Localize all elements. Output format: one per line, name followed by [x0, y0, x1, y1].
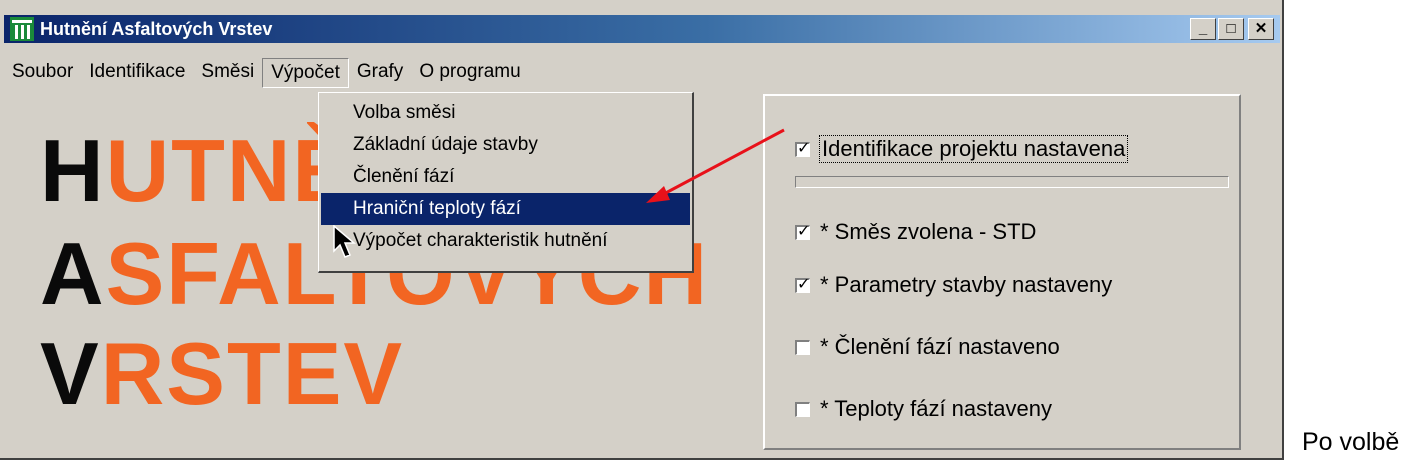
checkbox[interactable]	[795, 339, 810, 355]
check-row-cleneni[interactable]: * Členění fází nastaveno	[795, 334, 1060, 360]
window-title: Hutnění Asfaltových Vrstev	[40, 19, 273, 39]
road-sign-icon	[10, 17, 34, 41]
menu-grafy[interactable]: Grafy	[349, 58, 411, 88]
menu-bar: Soubor Identifikace Směsi Výpočet Grafy …	[4, 58, 529, 88]
logo-letter-v: V	[40, 324, 101, 423]
menu-item-volba-smesi[interactable]: Volba směsi	[319, 97, 692, 129]
menu-smesi[interactable]: Směsi	[193, 58, 262, 88]
menu-item-zakladni-udaje[interactable]: Základní údaje stavby	[319, 129, 692, 161]
checkbox[interactable]	[795, 401, 810, 417]
check-label: Identifikace projektu nastavena	[818, 135, 1129, 163]
logo-letter-h: H	[40, 121, 106, 220]
menu-item-cleneni-fazi[interactable]: Členění fází	[319, 161, 692, 193]
check-label: * Teploty fází nastaveny	[820, 396, 1052, 421]
mouse-cursor-icon	[333, 225, 357, 258]
check-label: * Parametry stavby nastaveny	[820, 272, 1113, 297]
check-row-parametry[interactable]: * Parametry stavby nastaveny	[795, 272, 1112, 298]
check-row-smes[interactable]: * Směs zvolena - STD	[795, 219, 1036, 245]
vypocet-dropdown-menu: Volba směsi Základní údaje stavby Členěn…	[318, 92, 694, 273]
check-label: * Členění fází nastaveno	[820, 334, 1060, 359]
check-row-teploty[interactable]: * Teploty fází nastaveny	[795, 396, 1052, 422]
menu-vypocet[interactable]: Výpočet	[262, 58, 349, 88]
menu-identifikace[interactable]: Identifikace	[81, 58, 193, 88]
check-row-project[interactable]: Identifikace projektu nastavena	[795, 135, 1129, 163]
close-button[interactable]: ✕	[1248, 18, 1274, 40]
checkbox[interactable]	[795, 221, 810, 240]
menu-item-vypocet-charakteristik[interactable]: Výpočet charakteristik hutnění	[319, 225, 692, 257]
title-bar[interactable]: Hutnění Asfaltových Vrstev _ □ ✕	[4, 15, 1280, 43]
logo-line-1: HUTNĚ	[40, 127, 353, 215]
menu-o-programu[interactable]: O programu	[411, 58, 528, 88]
progress-bar	[795, 176, 1229, 188]
logo-line-3: VRSTEV	[40, 330, 404, 418]
menu-soubor[interactable]: Soubor	[4, 58, 81, 88]
status-panel: Identifikace projektu nastavena * Směs z…	[763, 94, 1241, 450]
app-window: Hutnění Asfaltových Vrstev _ □ ✕ Soubor …	[0, 0, 1284, 460]
logo-letter-a: A	[40, 224, 106, 323]
checkbox[interactable]	[795, 274, 810, 293]
check-label: * Směs zvolena - STD	[820, 219, 1037, 244]
logo-rest-1: UTNĚ	[105, 121, 354, 220]
side-caption: Po volbě	[1302, 428, 1400, 456]
logo-rest-3: RSTEV	[100, 324, 405, 423]
minimize-button[interactable]: _	[1190, 18, 1216, 40]
checkbox[interactable]	[795, 138, 810, 157]
maximize-button[interactable]: □	[1218, 18, 1244, 40]
menu-item-hranicni-teploty[interactable]: Hraniční teploty fází	[321, 193, 690, 225]
